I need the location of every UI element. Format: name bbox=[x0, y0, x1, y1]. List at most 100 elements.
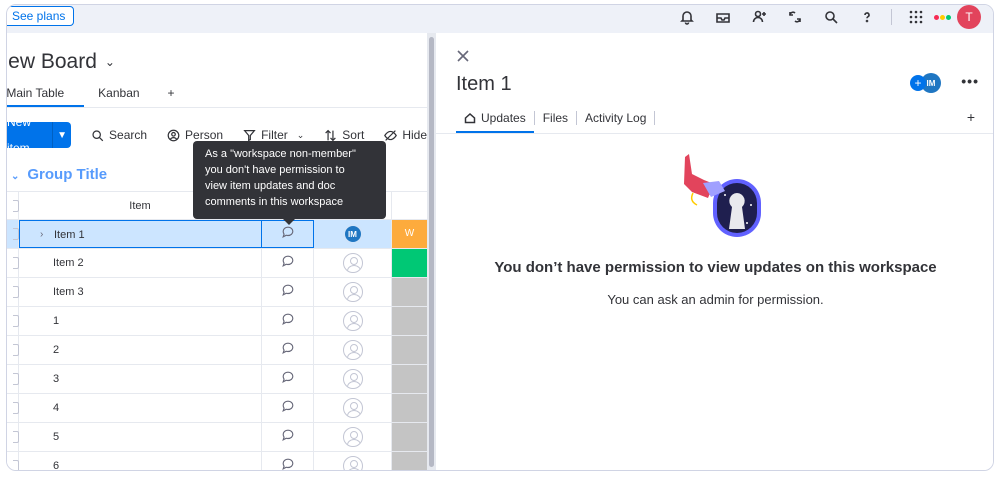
hide-button[interactable]: Hide bbox=[384, 128, 427, 142]
sort-button[interactable]: Sort bbox=[324, 128, 364, 142]
add-view-button[interactable]: + bbox=[168, 85, 191, 107]
status-cell[interactable] bbox=[392, 249, 427, 277]
updates-cell[interactable] bbox=[262, 278, 314, 306]
table-row[interactable]: › Item 1 IM W bbox=[7, 220, 427, 249]
person-cell[interactable] bbox=[314, 249, 392, 277]
item-name-cell[interactable]: 5 bbox=[19, 423, 262, 451]
updates-cell[interactable] bbox=[262, 394, 314, 422]
view-tabs: ⌂ Main Table Kanban + bbox=[7, 85, 191, 107]
chevron-down-icon[interactable]: ⌄ bbox=[297, 130, 305, 141]
status-cell[interactable] bbox=[392, 336, 427, 364]
item-name-cell[interactable]: 2 bbox=[19, 336, 262, 364]
tab-updates[interactable]: Updates bbox=[456, 107, 534, 133]
row-checkbox[interactable] bbox=[7, 249, 19, 277]
tooltip-line: comments in this workspace bbox=[205, 196, 344, 208]
item-name-cell[interactable]: Item 3 bbox=[19, 278, 262, 306]
select-all-checkbox[interactable] bbox=[7, 192, 19, 219]
help-icon[interactable] bbox=[849, 5, 885, 29]
item-name-cell[interactable]: Item 2 bbox=[19, 249, 262, 277]
invite-icon[interactable] bbox=[741, 5, 777, 29]
table-row[interactable]: Item 2 bbox=[7, 249, 427, 278]
close-button[interactable] bbox=[456, 49, 470, 63]
row-checkbox[interactable] bbox=[7, 452, 19, 470]
item-name-cell[interactable]: 1 bbox=[19, 307, 262, 335]
status-cell[interactable] bbox=[392, 307, 427, 335]
group-title[interactable]: ⌄ Group Title bbox=[11, 166, 107, 183]
user-avatar[interactable]: T bbox=[957, 5, 981, 29]
row-checkbox[interactable] bbox=[7, 423, 19, 451]
item-name: 6 bbox=[53, 460, 60, 471]
updates-cell[interactable] bbox=[262, 307, 314, 335]
status-cell[interactable] bbox=[392, 278, 427, 306]
tab-activity-log[interactable]: Activity Log bbox=[577, 107, 654, 133]
status-cell[interactable] bbox=[392, 365, 427, 393]
person-cell[interactable] bbox=[314, 394, 392, 422]
new-item-label: New item bbox=[7, 115, 32, 155]
person-cell[interactable] bbox=[314, 307, 392, 335]
status-cell[interactable] bbox=[392, 394, 427, 422]
new-item-button[interactable]: New item ▼ bbox=[7, 115, 72, 155]
row-checkbox[interactable] bbox=[7, 307, 19, 335]
item-name-cell[interactable]: › Item 1 bbox=[19, 220, 262, 248]
more-options-button[interactable]: ••• bbox=[961, 73, 979, 89]
add-tab-button[interactable]: + bbox=[967, 109, 975, 125]
tab-kanban[interactable]: Kanban bbox=[84, 85, 167, 107]
tab-files[interactable]: Files bbox=[535, 107, 576, 133]
row-checkbox[interactable] bbox=[7, 365, 19, 393]
search-label: Search bbox=[109, 128, 148, 142]
person-cell[interactable] bbox=[314, 336, 392, 364]
comment-icon bbox=[281, 428, 295, 447]
see-plans-button[interactable]: See plans bbox=[7, 6, 75, 26]
subscribers-button[interactable]: + IM bbox=[910, 73, 941, 93]
updates-cell[interactable] bbox=[262, 365, 314, 393]
permission-tooltip: As a "workspace non-member" you don't ha… bbox=[193, 141, 386, 225]
row-checkbox[interactable] bbox=[7, 394, 19, 422]
item-name: 1 bbox=[53, 315, 60, 327]
updates-cell[interactable] bbox=[262, 336, 314, 364]
item-name: 5 bbox=[53, 431, 60, 443]
filter-button[interactable]: Filter ⌄ bbox=[243, 128, 304, 142]
row-checkbox[interactable] bbox=[7, 278, 19, 306]
chevron-down-icon[interactable]: ⌄ bbox=[11, 171, 19, 182]
board-area: New Board ⌄ ⌂ Main Table Kanban + New ite… bbox=[7, 33, 427, 471]
integrations-icon[interactable] bbox=[777, 5, 813, 29]
search-icon[interactable] bbox=[813, 5, 849, 29]
person-cell[interactable] bbox=[314, 278, 392, 306]
table-row[interactable]: 5 bbox=[7, 423, 427, 452]
home-icon bbox=[464, 112, 476, 124]
top-icons: T bbox=[669, 5, 981, 29]
person-cell[interactable] bbox=[314, 423, 392, 451]
person-cell[interactable] bbox=[314, 365, 392, 393]
panel-resize-handle[interactable] bbox=[427, 33, 436, 470]
board-title[interactable]: New Board ⌄ bbox=[7, 50, 115, 74]
chevron-down-icon[interactable]: ▼ bbox=[52, 122, 71, 148]
updates-cell[interactable] bbox=[262, 423, 314, 451]
apps-grid-icon[interactable] bbox=[898, 5, 934, 29]
bell-icon[interactable] bbox=[669, 5, 705, 29]
row-checkbox[interactable] bbox=[7, 220, 19, 248]
inbox-icon[interactable] bbox=[705, 5, 741, 29]
updates-cell[interactable] bbox=[262, 249, 314, 277]
table-row[interactable]: 1 bbox=[7, 307, 427, 336]
tab-main-table[interactable]: ⌂ Main Table bbox=[7, 85, 85, 107]
item-name-cell[interactable]: 6 bbox=[19, 452, 262, 471]
status-cell[interactable]: W bbox=[392, 220, 427, 248]
status-cell[interactable] bbox=[392, 452, 427, 470]
item-name-cell[interactable]: 3 bbox=[19, 365, 262, 393]
person-cell[interactable] bbox=[314, 452, 392, 470]
table-row[interactable]: 4 bbox=[7, 394, 427, 423]
table-row[interactable]: 2 bbox=[7, 336, 427, 365]
person-cell[interactable]: IM bbox=[314, 220, 392, 248]
chevron-down-icon[interactable]: ⌄ bbox=[105, 55, 115, 69]
item-title[interactable]: Item 1 bbox=[456, 73, 512, 96]
item-name-cell[interactable]: 4 bbox=[19, 394, 262, 422]
table-row[interactable]: 3 bbox=[7, 365, 427, 394]
table-row[interactable]: 6 bbox=[7, 452, 427, 471]
chevron-right-icon[interactable]: › bbox=[40, 221, 43, 249]
search-button[interactable]: Search bbox=[91, 128, 147, 142]
person-filter-button[interactable]: Person bbox=[167, 128, 223, 142]
status-cell[interactable] bbox=[392, 423, 427, 451]
row-checkbox[interactable] bbox=[7, 336, 19, 364]
updates-cell[interactable] bbox=[262, 452, 314, 470]
table-row[interactable]: Item 3 bbox=[7, 278, 427, 307]
